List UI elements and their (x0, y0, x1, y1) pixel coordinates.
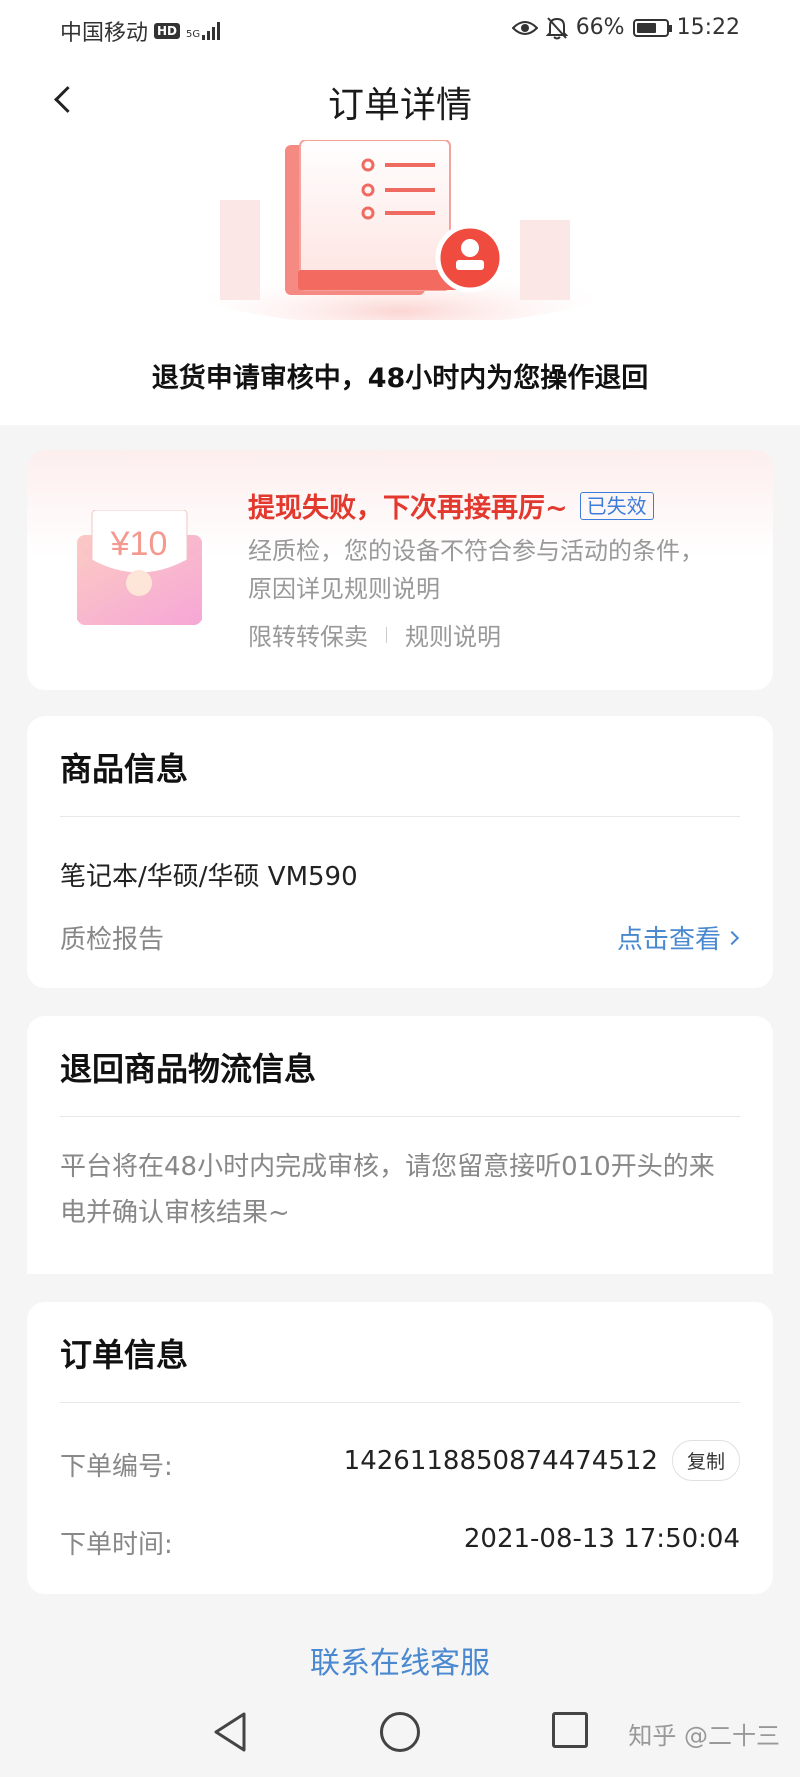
chevron-right-icon (724, 930, 740, 945)
clock: 15:22 (676, 15, 740, 40)
page-title: 订单详情 (327, 85, 472, 126)
report-label: 质检报告 (60, 925, 165, 955)
home-icon[interactable] (380, 1712, 420, 1752)
order-card: 订单信息 下单编号: 1426118850874474512 复制 下单时间: … (27, 1302, 773, 1594)
system-nav-bar: 知乎 @二十三 (0, 1690, 800, 1777)
promo-card: ¥10 提现失败，下次再接再厉~ 已失效 经质检，您的设备不符合参与活动的条件，… (27, 450, 773, 690)
carrier-name: 中国移动 (60, 21, 149, 46)
logistics-title: 退回商品物流信息 (60, 1050, 317, 1088)
customer-service-link[interactable]: 联系在线客服 (0, 1638, 800, 1682)
promo-links: 限转转保卖 规则说明 (248, 617, 501, 652)
header-area: 中国移动 HD 5G 66% 15:22 订单详情 退货申请审核中，48小时内为… (0, 0, 800, 425)
nav-back-icon[interactable] (210, 1710, 250, 1754)
divider (60, 1402, 740, 1403)
order-title: 订单信息 (60, 1336, 189, 1374)
recent-apps-icon[interactable] (552, 1712, 588, 1748)
product-name: 笔记本/华硕/华硕 VM590 (60, 862, 358, 892)
order-number-row: 1426118850874474512 复制 (344, 1440, 740, 1481)
goods-card: 商品信息 笔记本/华硕/华硕 VM590 质检报告 点击查看 (27, 716, 773, 988)
watermark: 知乎 @二十三 (628, 1722, 780, 1750)
promo-title: 提现失败，下次再接再厉~ 已失效 (248, 486, 654, 525)
signal-icon: 5G (186, 22, 221, 40)
battery-icon (632, 18, 672, 37)
divider (60, 816, 740, 817)
status-message: 退货申请审核中，48小时内为您操作退回 (151, 363, 649, 394)
nav-bar: 订单详情 (0, 70, 800, 130)
status-bar: 中国移动 HD 5G 66% 15:22 (0, 10, 800, 50)
eye-icon (511, 20, 538, 35)
order-number-label: 下单编号: (60, 1452, 173, 1482)
review-illustration (200, 140, 600, 320)
order-time-label: 下单时间: (60, 1530, 173, 1560)
logistics-text: 平台将在48小时内完成审核，请您留意接听010开头的来电并确认审核结果~ (60, 1152, 715, 1228)
expired-badge: 已失效 (579, 491, 654, 520)
svg-text:¥10: ¥10 (110, 525, 168, 563)
battery-percent: 66% (575, 15, 625, 40)
rules-link[interactable]: 规则说明 (405, 617, 501, 652)
logistics-card: 退回商品物流信息 平台将在48小时内完成审核，请您留意接听010开头的来电并确认… (27, 1016, 773, 1274)
view-report-link[interactable]: 点击查看 (617, 919, 740, 956)
order-time: 2021-08-13 17:50:04 (463, 1524, 740, 1554)
promo-description: 经质检，您的设备不符合参与活动的条件，原因详见规则说明 (248, 537, 704, 603)
hd-badge: HD (154, 23, 181, 39)
red-envelope-icon: ¥10 (77, 510, 202, 625)
copy-button[interactable]: 复制 (671, 1440, 740, 1481)
divider (60, 1116, 740, 1117)
order-number: 1426118850874474512 (343, 1445, 658, 1476)
divider (386, 626, 387, 643)
bell-muted-icon (545, 16, 568, 39)
goods-title: 商品信息 (60, 750, 189, 788)
limited-sale-link[interactable]: 限转转保卖 (248, 617, 368, 652)
